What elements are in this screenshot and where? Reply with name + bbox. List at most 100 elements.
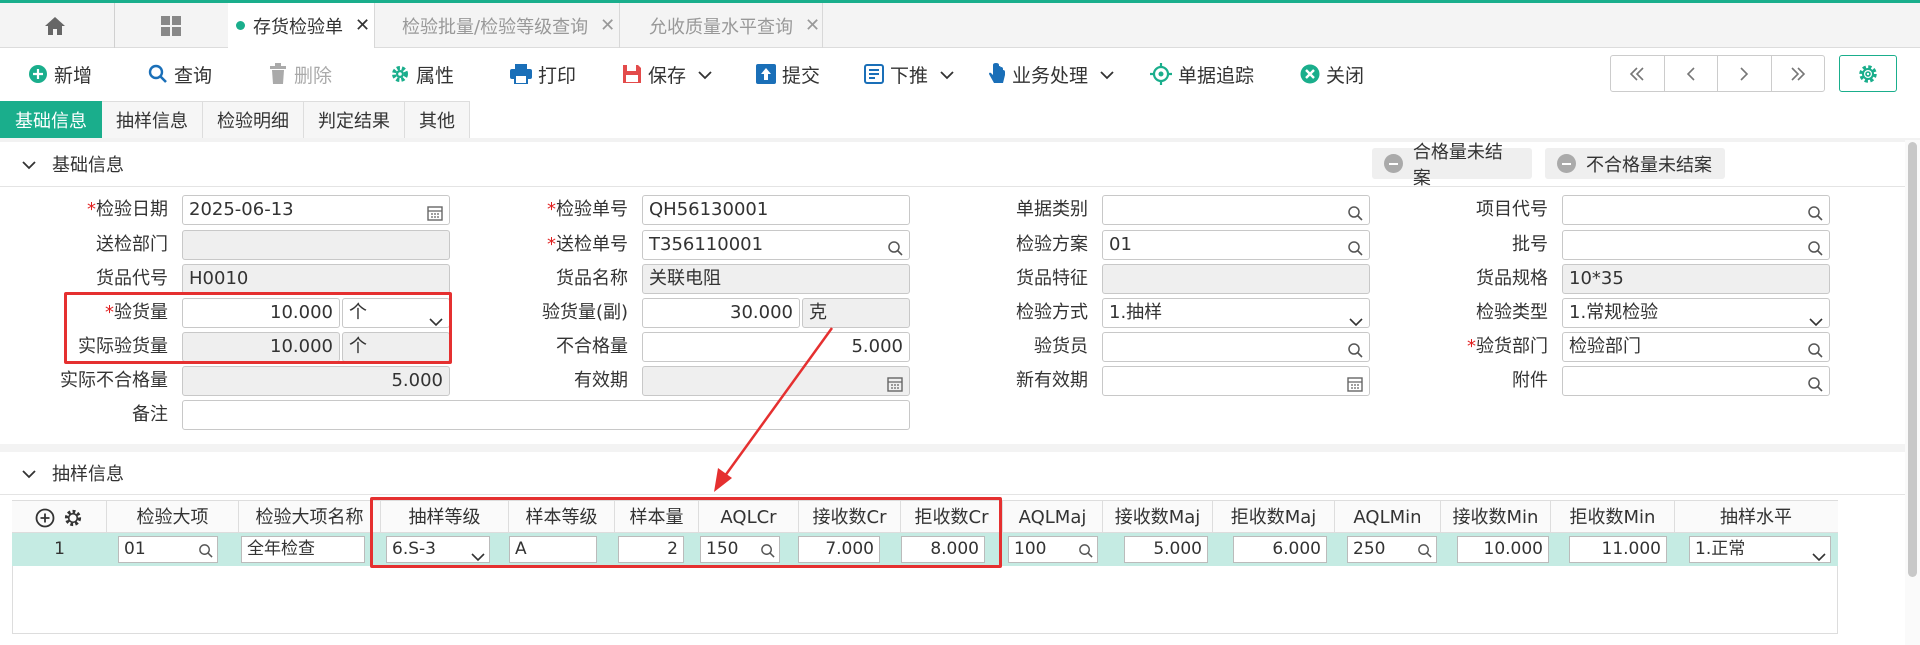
accept-min-input[interactable]: 10.000 xyxy=(1457,536,1549,563)
search-icon[interactable] xyxy=(1807,237,1823,259)
tab-other[interactable]: 其他 xyxy=(405,101,470,139)
chevron-down-icon[interactable] xyxy=(1100,63,1114,85)
sampling-std-select[interactable]: 1.正常 xyxy=(1689,536,1831,563)
calendar-icon[interactable] xyxy=(427,202,443,224)
tab-inventory-inspection[interactable]: 存货检验单 ✕ xyxy=(228,3,375,48)
query-button[interactable]: 查询 xyxy=(148,58,212,90)
inspect-method-select[interactable]: 1.抽样 xyxy=(1102,298,1370,328)
trace-label: 单据追踪 xyxy=(1178,64,1255,87)
calendar-icon xyxy=(887,373,903,395)
col-reject-maj[interactable]: 拒收数Maj xyxy=(1213,501,1335,534)
grid-icon xyxy=(160,15,181,36)
close-icon[interactable]: ✕ xyxy=(805,15,820,36)
inspect-type-select[interactable]: 1.常规检验 xyxy=(1562,298,1830,328)
home-tab[interactable] xyxy=(0,3,110,48)
push-down-button[interactable]: 下推 xyxy=(864,58,954,90)
search-icon[interactable] xyxy=(1807,202,1823,224)
chevron-down-icon[interactable] xyxy=(698,63,712,85)
col-major-item-name[interactable]: 检验大项名称 xyxy=(239,501,381,534)
aql-maj-input[interactable]: 100 xyxy=(1008,536,1098,563)
inspect-dept-input[interactable]: 检验部门 xyxy=(1562,332,1830,362)
col-accept-min[interactable]: 接收数Min xyxy=(1441,501,1551,534)
close-button[interactable]: 关闭 xyxy=(1300,58,1364,90)
inspector-input[interactable] xyxy=(1102,332,1370,362)
crosshair-icon xyxy=(1150,63,1172,85)
search-icon[interactable] xyxy=(1807,339,1823,361)
inspect-plan-input[interactable]: 01 xyxy=(1102,230,1370,260)
chevron-down-icon[interactable] xyxy=(22,154,36,175)
search-icon[interactable] xyxy=(1807,373,1823,395)
print-label: 打印 xyxy=(538,64,577,87)
apps-tab[interactable] xyxy=(114,3,226,48)
trace-button[interactable]: 单据追踪 xyxy=(1150,58,1254,90)
submit-button[interactable]: 提交 xyxy=(756,58,820,90)
next-record-button[interactable] xyxy=(1718,56,1772,91)
col-accept-maj[interactable]: 接收数Maj xyxy=(1103,501,1213,534)
col-major-item[interactable]: 检验大项 xyxy=(107,501,239,534)
scrollbar-thumb[interactable] xyxy=(1908,142,1917,577)
section-tabs: 基础信息 抽样信息 检验明细 判定结果 其他 xyxy=(0,101,470,139)
send-no-input[interactable]: T356110001 xyxy=(642,230,910,260)
delete-button[interactable]: 删除 xyxy=(268,58,332,90)
search-icon[interactable] xyxy=(1347,202,1363,224)
gear-icon[interactable] xyxy=(63,508,83,528)
search-icon[interactable] xyxy=(1347,339,1363,361)
record-navigation xyxy=(1610,55,1825,92)
status-label: 不合格量未结案 xyxy=(1586,154,1712,176)
page-scrollbar[interactable] xyxy=(1905,140,1920,645)
close-icon[interactable]: ✕ xyxy=(355,15,370,36)
last-record-button[interactable] xyxy=(1772,56,1825,91)
first-record-button[interactable] xyxy=(1611,56,1665,91)
search-icon[interactable] xyxy=(1078,541,1093,562)
aql-min-input[interactable]: 250 xyxy=(1347,536,1437,563)
project-code-input[interactable] xyxy=(1562,195,1830,225)
batch-no-input[interactable] xyxy=(1562,230,1830,260)
col-reject-min[interactable]: 拒收数Min xyxy=(1551,501,1675,534)
attachment-input[interactable] xyxy=(1562,366,1830,396)
unqualified-status-badge[interactable]: 不合格量未结案 xyxy=(1545,148,1725,179)
attributes-button[interactable]: 属性 xyxy=(390,58,454,90)
major-item-input[interactable]: 01 xyxy=(118,536,218,563)
search-icon[interactable] xyxy=(1417,541,1432,562)
calendar-icon[interactable] xyxy=(1347,373,1363,395)
gear-icon xyxy=(1859,64,1877,83)
add-button[interactable]: 新增 xyxy=(28,58,92,90)
close-icon[interactable]: ✕ xyxy=(600,15,615,36)
reject-maj-input[interactable]: 6.000 xyxy=(1233,536,1327,563)
inspect-no-input[interactable]: QH56130001 xyxy=(642,195,910,225)
chevron-down-icon[interactable] xyxy=(22,463,36,484)
search-icon[interactable] xyxy=(887,237,903,259)
section-tabs-underline xyxy=(0,138,1920,142)
tab-aql-query[interactable]: 允收质量水平查询 ✕ xyxy=(621,3,823,48)
col-aql-maj[interactable]: AQLMaj xyxy=(1003,501,1103,534)
col-sampling-std[interactable]: 抽样水平 xyxy=(1675,501,1837,534)
item-feature-field xyxy=(1102,264,1370,294)
new-valid-period-input[interactable] xyxy=(1102,366,1370,396)
item-spec-field: 10*35 xyxy=(1562,264,1830,294)
major-item-name-input[interactable]: 全年检查 xyxy=(241,536,365,563)
chevron-down-icon xyxy=(1349,308,1363,327)
tab-sampling-info[interactable]: 抽样信息 xyxy=(102,101,203,139)
tab-batch-level-query[interactable]: 检验批量/检验等级查询 ✕ xyxy=(376,3,620,48)
item-name-label: 货品名称 xyxy=(556,268,628,289)
inspect-date-input[interactable]: 2025-06-13 xyxy=(182,195,450,225)
settings-button[interactable] xyxy=(1839,55,1897,92)
qualified-status-badge[interactable]: 合格量未结案 xyxy=(1372,142,1532,189)
col-aql-min[interactable]: AQLMin xyxy=(1335,501,1441,534)
tab-judgment-result[interactable]: 判定结果 xyxy=(304,101,405,139)
reject-min-input[interactable]: 11.000 xyxy=(1569,536,1667,563)
search-icon[interactable] xyxy=(198,541,213,562)
search-icon[interactable] xyxy=(1347,237,1363,259)
accept-maj-input[interactable]: 5.000 xyxy=(1124,536,1208,563)
print-button[interactable]: 打印 xyxy=(510,58,576,90)
trash-icon xyxy=(268,63,288,85)
prev-record-button[interactable] xyxy=(1665,56,1718,91)
tab-basic-info[interactable]: 基础信息 xyxy=(0,101,102,139)
sampling-info-header[interactable]: 抽样信息 xyxy=(0,453,1905,493)
save-button[interactable]: 保存 xyxy=(622,58,712,90)
doc-type-input[interactable] xyxy=(1102,195,1370,225)
business-button[interactable]: 业务处理 xyxy=(988,58,1114,90)
chevron-down-icon[interactable] xyxy=(940,63,954,85)
tab-inspection-detail[interactable]: 检验明细 xyxy=(203,101,304,139)
add-row-icon[interactable] xyxy=(35,508,55,528)
